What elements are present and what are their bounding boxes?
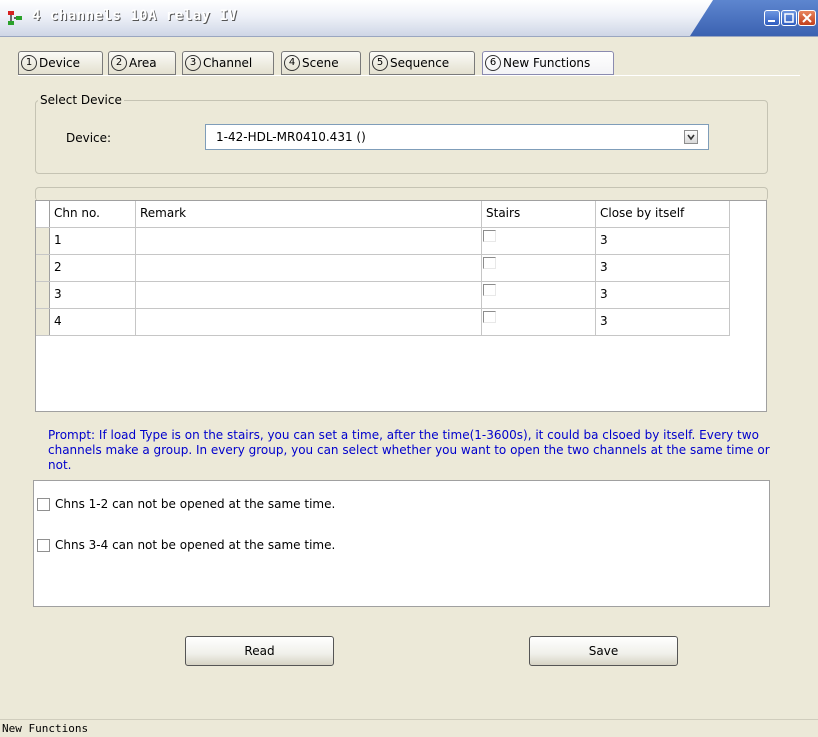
chn-no-cell[interactable]: 4 <box>50 309 136 335</box>
stairs-checkbox[interactable] <box>483 257 496 269</box>
close-by-itself-cell[interactable]: 3 <box>596 255 730 281</box>
tab-number: 4 <box>284 55 300 71</box>
stairs-checkbox[interactable] <box>483 230 496 242</box>
title-bar[interactable]: 4 channels 10A relay IV <box>0 0 818 37</box>
close-by-itself-cell[interactable]: 3 <box>596 228 730 254</box>
table-row[interactable]: 4 3 <box>36 309 730 336</box>
channel-grid-group <box>35 187 768 201</box>
column-header-remark[interactable]: Remark <box>136 201 482 227</box>
tab-label: Scene <box>302 56 339 70</box>
close-by-itself-cell[interactable]: 3 <box>596 309 730 335</box>
status-text: New Functions <box>2 722 89 735</box>
device-label: Device: <box>66 131 112 145</box>
tab-number: 6 <box>485 55 501 71</box>
close-icon <box>802 13 812 23</box>
row-header[interactable] <box>36 309 50 335</box>
read-button[interactable]: Read <box>185 636 334 666</box>
tab-sequence[interactable]: 5 Sequence <box>369 51 475 75</box>
prompt-text: Prompt: If load Type is on the stairs, y… <box>48 428 770 472</box>
chn-no-cell[interactable]: 2 <box>50 255 136 281</box>
column-header-stairs[interactable]: Stairs <box>482 201 596 227</box>
remark-cell[interactable] <box>136 255 482 281</box>
tab-number: 1 <box>21 55 37 71</box>
table-row[interactable]: 1 3 <box>36 228 730 255</box>
save-button[interactable]: Save <box>529 636 678 666</box>
minimize-button[interactable] <box>764 10 780 26</box>
app-icon <box>8 11 22 25</box>
checkbox[interactable] <box>37 497 50 511</box>
window-title: 4 channels 10A relay IV <box>32 8 238 24</box>
stairs-cell[interactable] <box>482 255 596 281</box>
grid-header-row: Chn no. Remark Stairs Close by itself <box>36 201 730 228</box>
checkbox[interactable] <box>37 538 50 552</box>
tab-new-functions[interactable]: 6 New Functions <box>482 51 614 75</box>
remark-cell[interactable] <box>136 228 482 254</box>
tab-number: 3 <box>185 55 201 71</box>
channel-grid: Chn no. Remark Stairs Close by itself 1 … <box>35 200 767 412</box>
tab-scene[interactable]: 4 Scene <box>281 51 361 75</box>
status-bar: New Functions <box>0 719 818 737</box>
tab-label: Sequence <box>390 56 450 70</box>
tab-label: Device <box>39 56 81 70</box>
table-row[interactable]: 3 3 <box>36 282 730 309</box>
remark-cell[interactable] <box>136 309 482 335</box>
select-device-group-title: Select Device <box>38 93 124 107</box>
option-chns-1-2[interactable]: Chns 1-2 can not be opened at the same t… <box>37 497 335 511</box>
chn-no-cell[interactable]: 1 <box>50 228 136 254</box>
stairs-cell[interactable] <box>482 309 596 335</box>
chevron-down-icon[interactable] <box>684 130 698 144</box>
save-button-label: Save <box>588 644 619 658</box>
table-row[interactable]: 2 3 <box>36 255 730 282</box>
stairs-cell[interactable] <box>482 228 596 254</box>
row-header[interactable] <box>36 282 50 308</box>
tab-device[interactable]: 1 Device <box>18 51 103 75</box>
tab-label: New Functions <box>503 56 591 70</box>
remark-cell[interactable] <box>136 282 482 308</box>
chn-no-cell[interactable]: 3 <box>50 282 136 308</box>
device-dropdown-value: 1-42-HDL-MR0410.431 () <box>216 130 366 144</box>
stairs-cell[interactable] <box>482 282 596 308</box>
tab-number: 2 <box>111 55 127 71</box>
row-header[interactable] <box>36 228 50 254</box>
tab-strip-divider <box>18 75 800 76</box>
read-button-label: Read <box>244 644 275 658</box>
maximize-icon <box>784 13 794 23</box>
tab-label: Channel <box>203 56 253 70</box>
tab-number: 5 <box>372 55 388 71</box>
channel-group-options: Chns 1-2 can not be opened at the same t… <box>33 480 770 607</box>
tab-label: Area <box>129 56 157 70</box>
maximize-button[interactable] <box>781 10 797 26</box>
tab-area[interactable]: 2 Area <box>108 51 176 75</box>
row-header[interactable] <box>36 255 50 281</box>
minimize-icon <box>768 20 775 22</box>
close-by-itself-cell[interactable]: 3 <box>596 282 730 308</box>
option-label: Chns 1-2 can not be opened at the same t… <box>55 497 336 511</box>
row-header-corner <box>36 201 50 227</box>
tab-channel[interactable]: 3 Channel <box>182 51 274 75</box>
device-dropdown[interactable]: 1-42-HDL-MR0410.431 () <box>205 124 709 150</box>
option-label: Chns 3-4 can not be opened at the same t… <box>55 538 336 552</box>
column-header-close-by-itself[interactable]: Close by itself <box>596 201 730 227</box>
close-button[interactable] <box>798 10 816 26</box>
option-chns-3-4[interactable]: Chns 3-4 can not be opened at the same t… <box>37 538 335 552</box>
stairs-checkbox[interactable] <box>483 311 496 323</box>
stairs-checkbox[interactable] <box>483 284 496 296</box>
column-header-chn-no[interactable]: Chn no. <box>50 201 136 227</box>
